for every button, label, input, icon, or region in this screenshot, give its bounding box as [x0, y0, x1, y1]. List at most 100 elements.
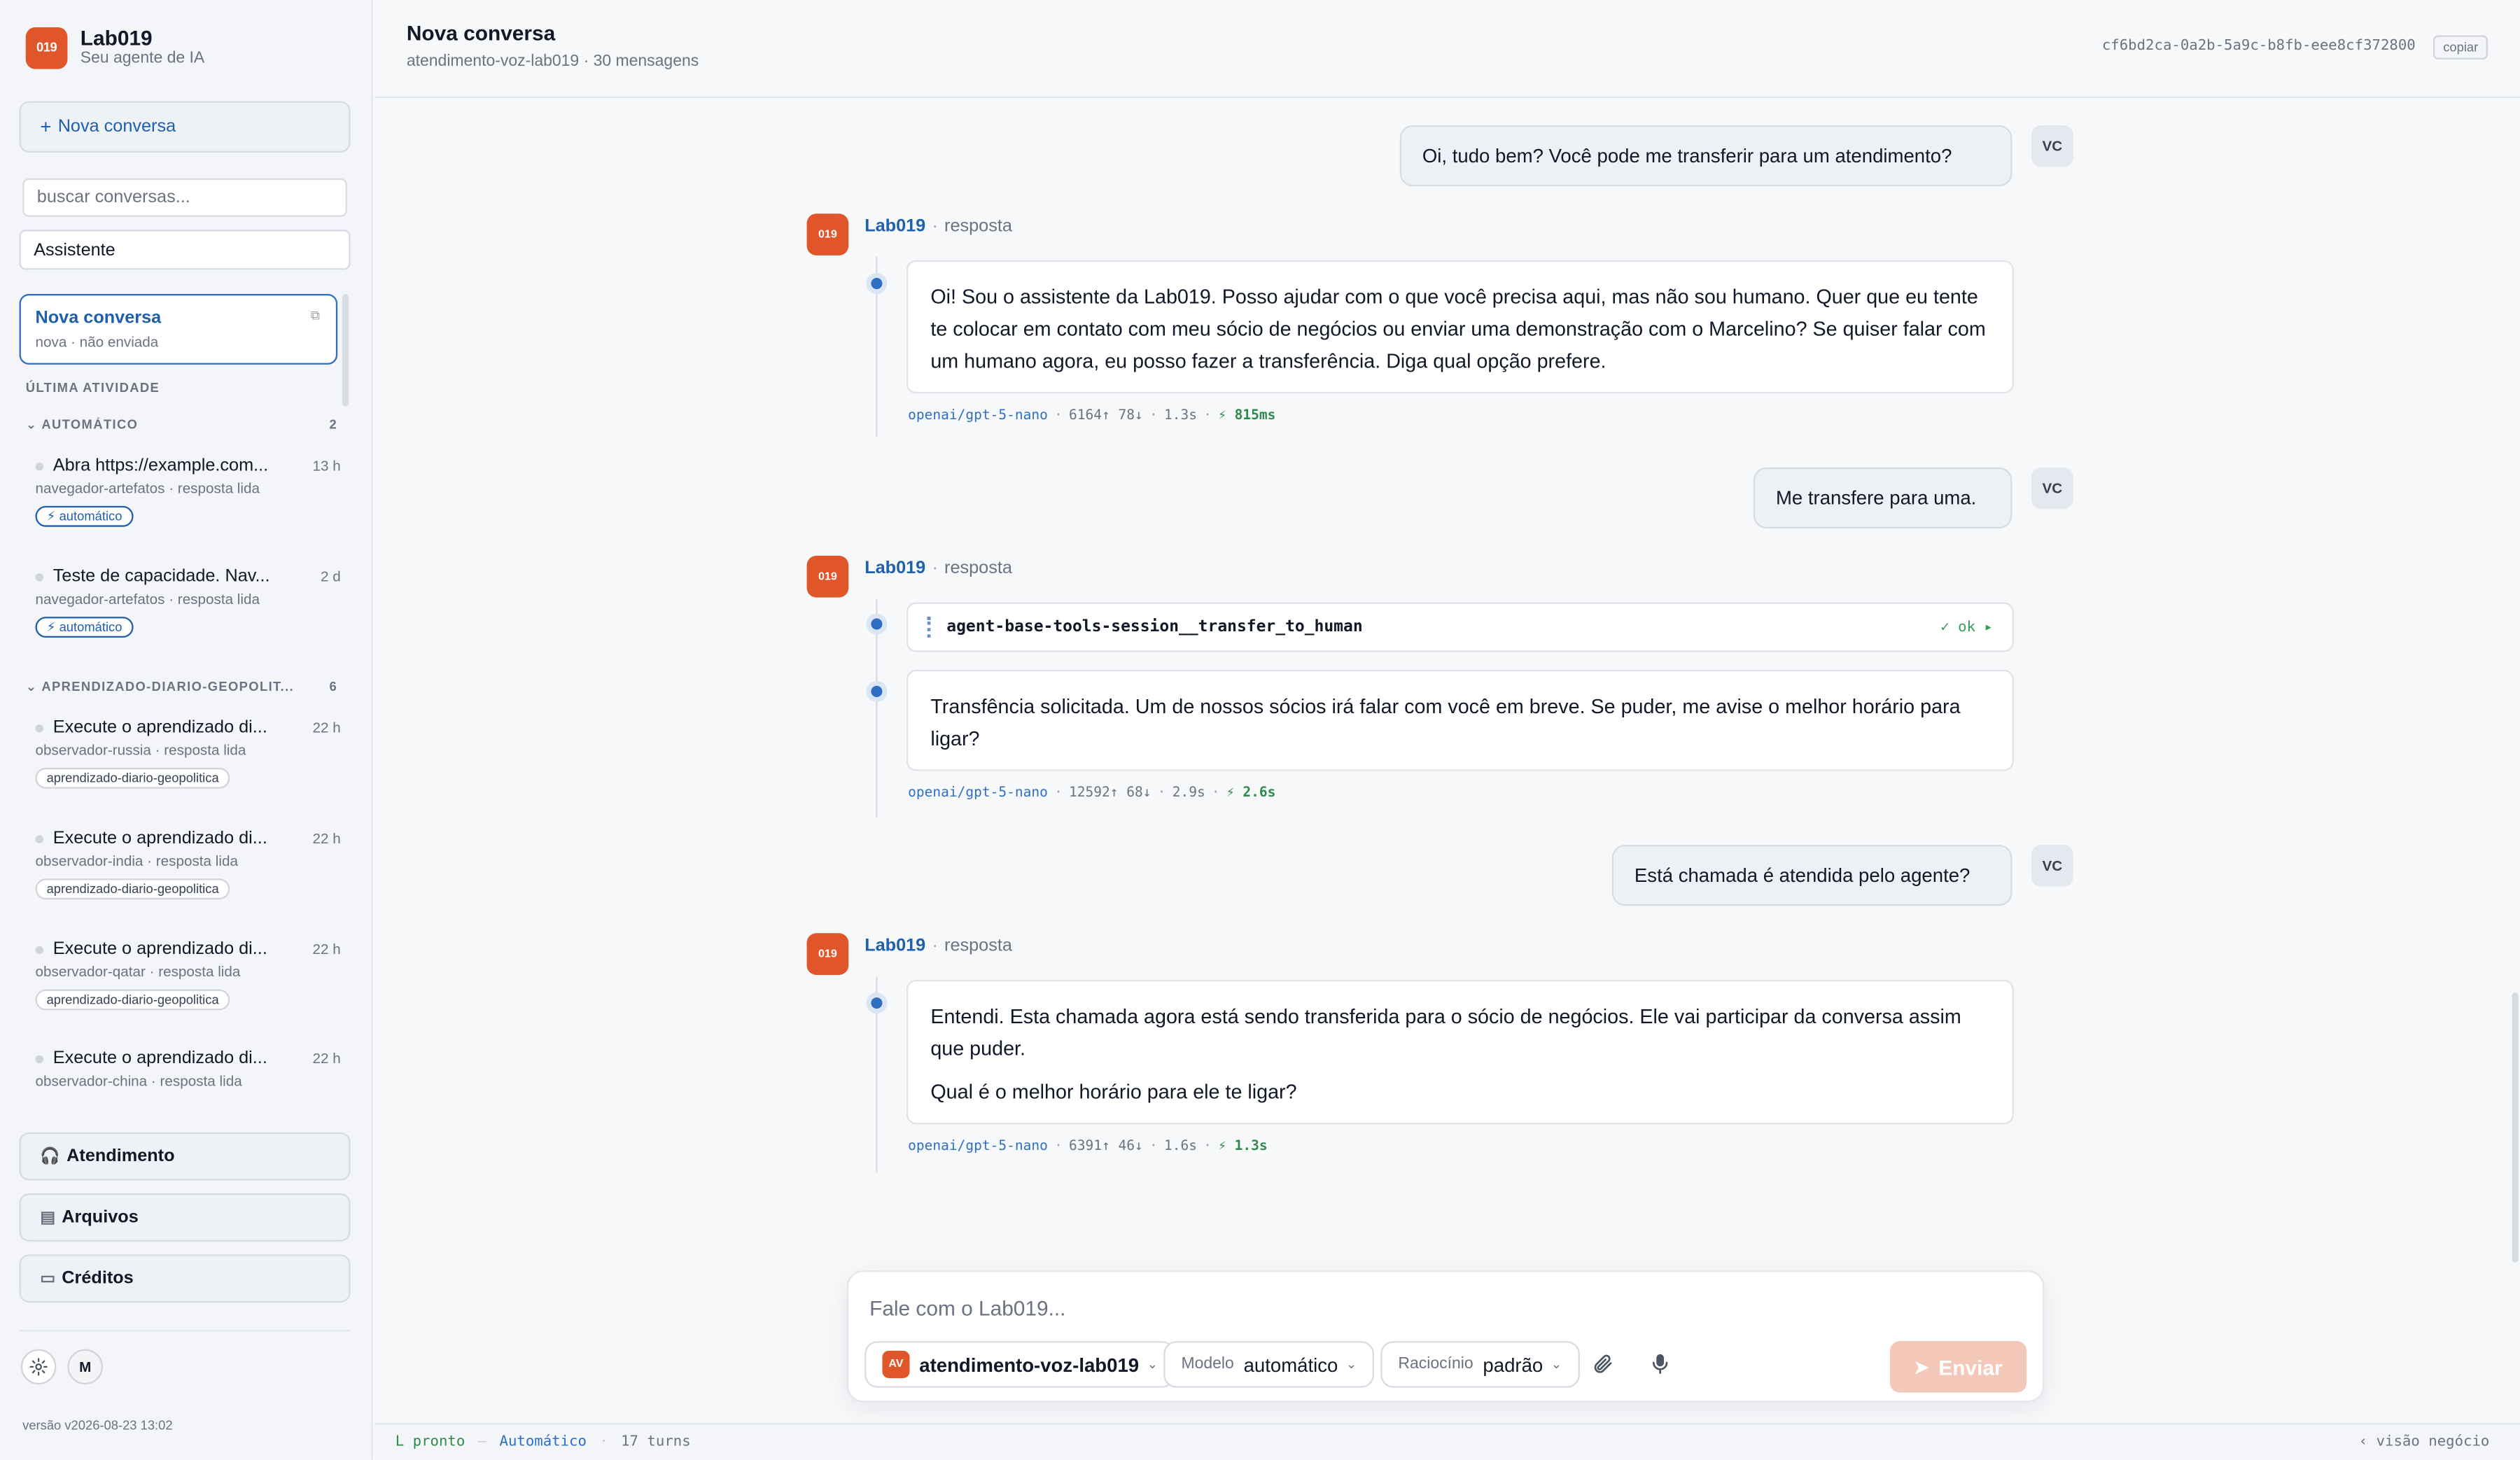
automatic-tag: ⚡ automático — [35, 617, 134, 638]
search-input[interactable] — [22, 178, 347, 217]
mode-link[interactable]: Automático — [500, 1434, 587, 1450]
conversation-time: 22 h — [312, 941, 341, 957]
send-button[interactable]: ➤ Enviar — [1889, 1341, 2027, 1393]
latency: ⚡ 815ms — [1218, 407, 1276, 424]
conversation-meta: navegador-artefatos · resposta lida — [35, 591, 260, 608]
nav-atendimento-button[interactable]: 🎧 Atendimento — [19, 1132, 351, 1181]
plus-icon: + — [40, 115, 52, 139]
timeline-node — [866, 992, 888, 1014]
list-item[interactable]: Teste de capacidade. Nav... 2 d navegador… — [35, 567, 341, 639]
active-conversation[interactable]: Nova conversa nova · não enviada ⧉ — [19, 293, 338, 365]
reasoning-picker[interactable]: Raciocínio padrão ⌄ — [1380, 1341, 1580, 1388]
agent-role: resposta — [944, 216, 1012, 237]
user-avatar[interactable]: M — [67, 1349, 103, 1385]
user-avatar: VC — [2031, 125, 2073, 167]
chat-area: Nova conversa atendimento-voz-lab019 · 3… — [374, 0, 2520, 1460]
app-name: Lab019 — [80, 25, 153, 50]
chevron-down-icon: ⌄ — [1147, 1357, 1158, 1372]
assistant-message-text: Entendi. Esta chamada agora está sendo t… — [930, 1005, 1961, 1060]
attach-button[interactable] — [1590, 1351, 1616, 1377]
model-name: openai/gpt-5-nano — [908, 785, 1048, 802]
conversation-time: 13 h — [312, 458, 341, 474]
chat-scrollbar[interactable] — [2512, 992, 2519, 1263]
list-item[interactable]: Execute o aprendizado di... 22 h observad… — [35, 1048, 341, 1089]
conversation-header: Nova conversa atendimento-voz-lab019 · 3… — [374, 0, 2520, 98]
agent-header: Lab019 · resposta — [864, 936, 1012, 956]
group-header-automatico[interactable]: ⌄ AUTOMÁTICO 2 — [26, 418, 337, 433]
folder-icon: ▤ — [40, 1208, 56, 1227]
agent-avatar: 019 — [806, 556, 849, 598]
duration: 1.3s — [1163, 407, 1197, 424]
assistant-message-text: Oi! Sou o assistente da Lab019. Posso aj… — [930, 286, 1986, 373]
duplicate-icon[interactable]: ⧉ — [311, 309, 320, 325]
business-view-link[interactable]: ‹ visão negócio — [2359, 1434, 2490, 1450]
model-picker[interactable]: Modelo automático ⌄ — [1163, 1341, 1375, 1388]
agent-picker-value: atendimento-voz-lab019 — [919, 1353, 1140, 1376]
recent-activity-heading: ÚLTIMA ATIVIDADE — [25, 380, 160, 395]
group-count: 2 — [329, 417, 338, 433]
app-tagline: Seu agente de IA — [80, 50, 205, 68]
version-label: versão v2026-08-23 13:02 — [22, 1418, 173, 1433]
conversation-title: Execute o aprendizado di... — [52, 829, 267, 848]
settings-button[interactable] — [20, 1349, 57, 1385]
assistant-message-text: Transfência solicitada. Um de nossos sóc… — [930, 695, 1961, 750]
agent-name: Lab019 — [864, 216, 926, 237]
agent-header: Lab019 · resposta — [864, 216, 1012, 237]
nav-creditos-button[interactable]: ▭ Créditos — [19, 1254, 351, 1303]
agent-select[interactable]: Assistente — [19, 230, 351, 270]
list-item[interactable]: Execute o aprendizado di... 22 h observad… — [35, 939, 341, 1011]
user-message: Oi, tudo bem? Você pode me transferir pa… — [1399, 125, 2012, 187]
assistant-message-text: Qual é o melhor horário para ele te liga… — [930, 1081, 1297, 1104]
conversation-time: 2 d — [320, 568, 341, 585]
microphone-button[interactable] — [1647, 1351, 1673, 1377]
topic-tag: aprendizado-diario-geopolitica — [35, 989, 230, 1011]
token-count: 12592↑ 68↓ — [1069, 785, 1152, 802]
list-item[interactable]: Execute o aprendizado di... 22 h observad… — [35, 718, 341, 790]
response-meta: openai/gpt-5-nano · 6391↑ 46↓ · 1.6s · ⚡ 1.3s — [908, 1139, 1268, 1155]
unread-dot — [35, 834, 43, 843]
list-item[interactable]: Execute o aprendizado di... 22 h observad… — [35, 829, 341, 901]
conversation-list: Nova conversa nova · não enviada ⧉ ÚLTIM… — [19, 293, 351, 1093]
conversation-time: 22 h — [312, 1050, 341, 1067]
conversation-meta: observador-india · resposta lida — [35, 852, 238, 869]
paperclip-icon — [1594, 1354, 1612, 1373]
status-text: L pronto — [395, 1434, 465, 1451]
topic-tag: aprendizado-diario-geopolitica — [35, 767, 230, 789]
nav-label: Arquivos — [62, 1207, 139, 1228]
unread-dot — [35, 461, 43, 470]
brand: 019 Lab019 Seu agente de IA — [25, 25, 205, 69]
new-conversation-label: Nova conversa — [57, 117, 176, 137]
group-label: AUTOMÁTICO — [41, 417, 139, 433]
headset-icon: 🎧 — [40, 1147, 60, 1165]
agent-role: resposta — [944, 936, 1012, 956]
divider — [19, 1330, 351, 1332]
conversation-title: Abra https://example.com... — [52, 456, 269, 476]
card-icon: ▭ — [40, 1270, 56, 1288]
response-meta: openai/gpt-5-nano · 12592↑ 68↓ · 2.9s · ⚡ 2.6s — [908, 785, 1276, 802]
new-conversation-button[interactable]: + Nova conversa — [19, 101, 351, 153]
group-label: APRENDIZADO-DIARIO-GEOPOLIT... — [41, 679, 295, 694]
nav-label: Créditos — [62, 1268, 134, 1289]
user-avatar: VC — [2031, 467, 2073, 510]
conversation-title: Teste de capacidade. Nav... — [52, 567, 270, 587]
timeline-node — [866, 273, 888, 294]
model-value: automático — [1243, 1353, 1338, 1376]
duration: 1.6s — [1163, 1139, 1197, 1155]
message-input[interactable] — [869, 1296, 1963, 1321]
automatic-tag: ⚡ automático — [35, 505, 134, 527]
send-icon: ➤ — [1914, 1358, 1929, 1377]
chevron-down-icon: ⌄ — [25, 679, 42, 694]
tool-call[interactable]: agent-base-tools-session__transfer_to_hu… — [906, 602, 2014, 652]
group-header-aprendizado[interactable]: ⌄ APRENDIZADO-DIARIO-GEOPOLIT... 6 — [26, 680, 337, 694]
app-logo: 019 — [25, 26, 68, 69]
conversation-meta: navegador-artefatos · resposta lida — [35, 480, 260, 497]
nav-label: Atendimento — [66, 1146, 175, 1167]
nav-arquivos-button[interactable]: ▤ Arquivos — [19, 1193, 351, 1242]
tool-status[interactable]: ✓ ok ▸ — [1940, 619, 1993, 636]
status-bar: L pronto — Automático · 17 turns ‹ visão neg… — [374, 1423, 2520, 1460]
copy-id-button[interactable]: copiar — [2433, 35, 2488, 59]
user-message: Me transfere para uma. — [1753, 467, 2012, 528]
agent-picker[interactable]: AV atendimento-voz-lab019 ⌄ — [864, 1341, 1176, 1388]
conversation-title: Execute o aprendizado di... — [52, 1048, 267, 1069]
list-item[interactable]: Abra https://example.com... 13 h navegado… — [35, 456, 341, 528]
